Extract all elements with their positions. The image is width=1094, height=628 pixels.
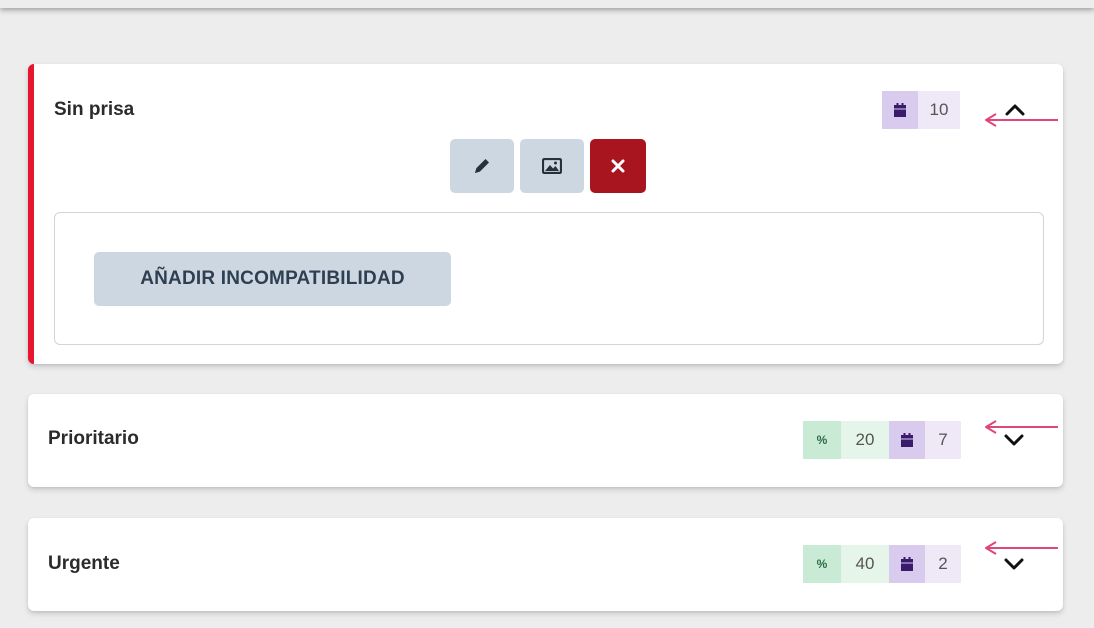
card-title: Urgente [48, 553, 120, 574]
pencil-icon [475, 159, 489, 173]
percent-icon: % [803, 545, 841, 583]
image-icon [542, 158, 562, 174]
card-title: Sin prisa [54, 99, 135, 120]
chevron-down-icon[interactable] [1003, 432, 1025, 448]
calendar-value: 7 [925, 421, 961, 459]
annotation-arrow-icon [985, 420, 1058, 434]
chevron-down-icon[interactable] [1003, 556, 1025, 572]
image-button[interactable] [520, 139, 584, 193]
close-icon [611, 159, 625, 173]
incompatibility-panel: AÑADIR INCOMPATIBILIDAD [54, 212, 1044, 345]
percent-icon: % [803, 421, 841, 459]
annotation-arrow-icon [985, 541, 1058, 555]
card-prioritario[interactable]: Prioritario % 20 7 [28, 394, 1063, 487]
badge-group: % 40 2 [803, 545, 961, 583]
percent-value: 40 [841, 545, 889, 583]
calendar-value: 2 [925, 545, 961, 583]
badge-group: 10 [882, 91, 960, 129]
add-incompatibility-button[interactable]: AÑADIR INCOMPATIBILIDAD [94, 252, 451, 306]
calendar-icon [882, 91, 918, 129]
card-urgente[interactable]: Urgente % 40 2 [28, 518, 1063, 611]
delete-button[interactable] [590, 139, 646, 193]
edit-button[interactable] [450, 139, 514, 193]
card-title: Prioritario [48, 428, 139, 449]
percent-value: 20 [841, 421, 889, 459]
annotation-arrow-icon [985, 113, 1058, 127]
calendar-icon [889, 545, 925, 583]
calendar-icon [889, 421, 925, 459]
top-bar-shadow [0, 0, 1094, 8]
card-sin-prisa: Sin prisa 10 AÑADIR INCOMPATIBILIDAD [28, 64, 1063, 364]
calendar-value: 10 [918, 91, 960, 129]
badge-group: % 20 7 [803, 421, 961, 459]
